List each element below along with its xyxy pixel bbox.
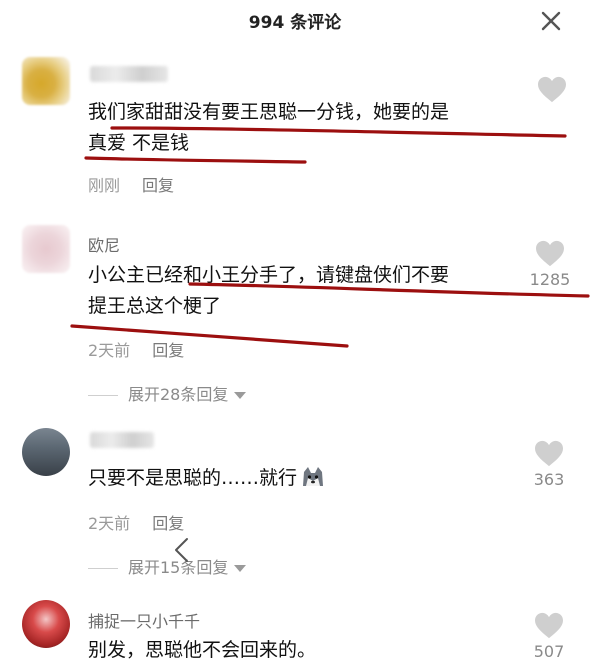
avatar[interactable] bbox=[22, 600, 70, 648]
comment-meta: 2天前 回复 bbox=[88, 337, 184, 361]
like-button[interactable]: 1285 bbox=[524, 240, 576, 289]
comment-text-line: 提王总这个梗了 bbox=[88, 295, 222, 317]
comment-text: 别发，思聪他不会回来的。 bbox=[88, 635, 518, 666]
blurred-username bbox=[90, 432, 154, 448]
like-button[interactable]: 507 bbox=[526, 612, 572, 661]
comments-header: 994 条评论 bbox=[0, 0, 590, 40]
heart-icon bbox=[535, 612, 563, 639]
like-count: 1285 bbox=[529, 270, 571, 289]
comment-time: 刚刚 bbox=[88, 176, 121, 195]
like-button[interactable]: 363 bbox=[526, 440, 572, 489]
heart-icon bbox=[536, 240, 564, 267]
avatar[interactable] bbox=[22, 225, 70, 273]
avatar[interactable] bbox=[22, 57, 70, 105]
heart-icon bbox=[538, 76, 566, 103]
comment-text-line: 只要不是思聪的……就行 bbox=[88, 467, 298, 489]
like-button[interactable] bbox=[532, 76, 572, 104]
avatar[interactable] bbox=[22, 428, 70, 476]
comment-text-line: 别发，思聪他不会回来的。 bbox=[88, 639, 317, 661]
comment-text: 小公主已经和小王分手了，请键盘侠们不要 提王总这个梗了 bbox=[88, 260, 518, 322]
comment-time: 2天前 bbox=[88, 341, 131, 360]
chevron-left-icon[interactable] bbox=[172, 537, 192, 563]
comment-username[interactable]: 欧尼 bbox=[88, 232, 120, 256]
expand-replies-label: 展开28条回复 bbox=[128, 385, 229, 404]
comment-username[interactable]: 捕捉一只小千千 bbox=[88, 608, 200, 632]
blurred-username bbox=[90, 66, 168, 82]
reply-button[interactable]: 回复 bbox=[152, 514, 184, 533]
comment-count-title: 994 条评论 bbox=[248, 13, 342, 33]
comment-text-line: 我们家甜甜没有要王思聪一分钱，她要的是 bbox=[88, 101, 450, 123]
divider-dash bbox=[88, 395, 118, 396]
divider-dash bbox=[88, 568, 118, 569]
comment-text: 只要不是思聪的……就行 bbox=[88, 463, 518, 494]
expand-replies-button[interactable]: 展开15条回复 bbox=[88, 554, 247, 578]
expand-replies-button[interactable]: 展开28条回复 bbox=[88, 381, 247, 405]
reply-button[interactable]: 回复 bbox=[142, 176, 174, 195]
like-count: 507 bbox=[533, 642, 565, 661]
caret-down-icon bbox=[234, 565, 247, 572]
comment-meta: 刚刚 回复 bbox=[88, 172, 174, 196]
caret-down-icon bbox=[234, 392, 247, 399]
close-icon[interactable] bbox=[538, 8, 564, 34]
reply-button[interactable]: 回复 bbox=[152, 341, 184, 360]
heart-icon bbox=[535, 440, 563, 467]
comment-text-line: 真爱 不是钱 bbox=[88, 132, 190, 154]
comment-text: 我们家甜甜没有要王思聪一分钱，她要的是 真爱 不是钱 bbox=[88, 97, 518, 159]
husky-emoji-icon bbox=[303, 467, 324, 486]
comment-meta: 2天前 回复 bbox=[88, 510, 184, 534]
comment-time: 2天前 bbox=[88, 514, 131, 533]
like-count: 363 bbox=[533, 470, 565, 489]
comment-text-line: 小公主已经和小王分手了，请键盘侠们不要 bbox=[88, 264, 450, 286]
